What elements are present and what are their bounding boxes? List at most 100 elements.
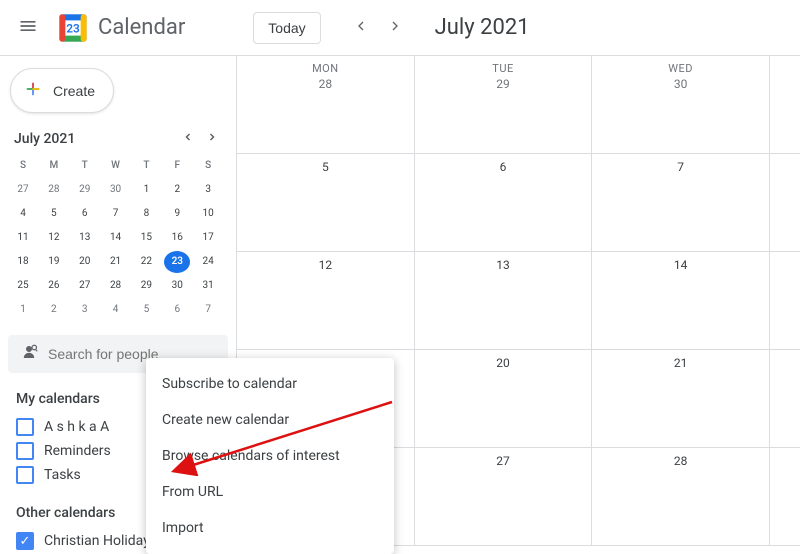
day-number: 12 [237,258,414,272]
svg-text:23: 23 [66,21,80,35]
mini-dow: F [164,155,190,177]
calendar-label: A s h k a A [44,419,109,435]
calendar-checkbox[interactable] [16,532,34,550]
mini-next-button[interactable] [200,127,224,151]
mini-day[interactable]: 6 [164,299,190,321]
mini-day[interactable]: 29 [133,275,159,297]
day-cell[interactable]: 5 [237,154,415,252]
day-number: 29 [415,77,592,91]
day-cell[interactable]: 14 [592,252,770,350]
mini-day[interactable]: 11 [10,227,36,249]
people-icon [20,343,38,365]
day-number: 6 [415,160,592,174]
day-cell[interactable]: WED 30 [592,56,770,154]
mini-dow: M [41,155,67,177]
popup-item[interactable]: Create new calendar [146,402,394,438]
mini-day[interactable]: 28 [41,179,67,201]
day-cell[interactable]: 13 [415,252,593,350]
mini-day[interactable]: 7 [103,203,129,225]
day-number: 30 [592,77,769,91]
day-cell[interactable]: 28 [592,448,770,546]
mini-calendar-title: July 2021 [14,131,75,147]
mini-day[interactable]: 2 [164,179,190,201]
plus-icon [23,79,43,102]
day-cell[interactable]: TUE 29 [415,56,593,154]
day-cell[interactable]: 7 [592,154,770,252]
mini-day[interactable]: 7 [195,299,221,321]
day-number: 28 [237,77,414,91]
mini-day[interactable]: 6 [72,203,98,225]
mini-calendar[interactable]: SMTWTFS272829301234567891011121314151617… [8,155,228,321]
calendar-checkbox[interactable] [16,418,34,436]
day-number: 27 [415,454,592,468]
mini-day[interactable]: 8 [133,203,159,225]
mini-day[interactable]: 31 [195,275,221,297]
mini-day[interactable]: 17 [195,227,221,249]
mini-day[interactable]: 23 [164,251,190,273]
add-calendar-popup: Subscribe to calendarCreate new calendar… [146,358,394,554]
prev-period-button[interactable] [345,10,377,46]
mini-day[interactable]: 19 [41,251,67,273]
mini-day[interactable]: 1 [10,299,36,321]
day-header: MON [237,62,414,75]
mini-day[interactable]: 22 [133,251,159,273]
mini-day[interactable]: 1 [133,179,159,201]
mini-day[interactable]: 13 [72,227,98,249]
mini-day[interactable]: 10 [195,203,221,225]
mini-day[interactable]: 20 [72,251,98,273]
mini-day[interactable]: 5 [133,299,159,321]
mini-day[interactable]: 27 [72,275,98,297]
mini-day[interactable]: 18 [10,251,36,273]
mini-day[interactable]: 15 [133,227,159,249]
mini-day[interactable]: 28 [103,275,129,297]
next-period-button[interactable] [379,10,411,46]
mini-day[interactable]: 4 [103,299,129,321]
mini-day[interactable]: 16 [164,227,190,249]
mini-day[interactable]: 3 [195,179,221,201]
mini-dow: T [133,155,159,177]
day-cell[interactable]: MON 28 [237,56,415,154]
day-cell-edge [770,350,800,448]
day-number: 20 [415,356,592,370]
popup-item[interactable]: Subscribe to calendar [146,366,394,402]
calendar-logo-icon: 23 [56,11,90,45]
day-cell[interactable]: 6 [415,154,593,252]
day-cell[interactable]: 12 [237,252,415,350]
day-cell[interactable]: 21 [592,350,770,448]
create-button[interactable]: Create [10,68,114,113]
day-cell[interactable]: 27 [415,448,593,546]
mini-day[interactable]: 4 [10,203,36,225]
popup-item[interactable]: Import [146,510,394,546]
calendar-label: Christian Holidays [44,533,157,549]
menu-icon[interactable] [8,6,48,50]
calendar-checkbox[interactable] [16,442,34,460]
mini-day[interactable]: 29 [72,179,98,201]
mini-day[interactable]: 27 [10,179,36,201]
mini-dow: W [103,155,129,177]
app-logo[interactable]: 23 Calendar [56,11,185,45]
mini-day[interactable]: 2 [41,299,67,321]
nav-arrows [345,10,411,46]
day-cell[interactable]: 20 [415,350,593,448]
mini-day[interactable]: 26 [41,275,67,297]
mini-day[interactable]: 5 [41,203,67,225]
mini-day[interactable]: 12 [41,227,67,249]
day-header: TUE [415,62,592,75]
mini-day[interactable]: 25 [10,275,36,297]
mini-prev-button[interactable] [176,127,200,151]
day-header: WED [592,62,769,75]
mini-day[interactable]: 24 [195,251,221,273]
mini-day[interactable]: 14 [103,227,129,249]
current-period-title: July 2021 [435,15,530,40]
mini-dow: S [10,155,36,177]
mini-day[interactable]: 30 [103,179,129,201]
day-cell-edge [770,448,800,546]
mini-day[interactable]: 3 [72,299,98,321]
mini-day[interactable]: 30 [164,275,190,297]
popup-item[interactable]: Browse calendars of interest [146,438,394,474]
mini-day[interactable]: 9 [164,203,190,225]
mini-day[interactable]: 21 [103,251,129,273]
popup-item[interactable]: From URL [146,474,394,510]
calendar-checkbox[interactable] [16,466,34,484]
today-button[interactable]: Today [253,12,320,44]
